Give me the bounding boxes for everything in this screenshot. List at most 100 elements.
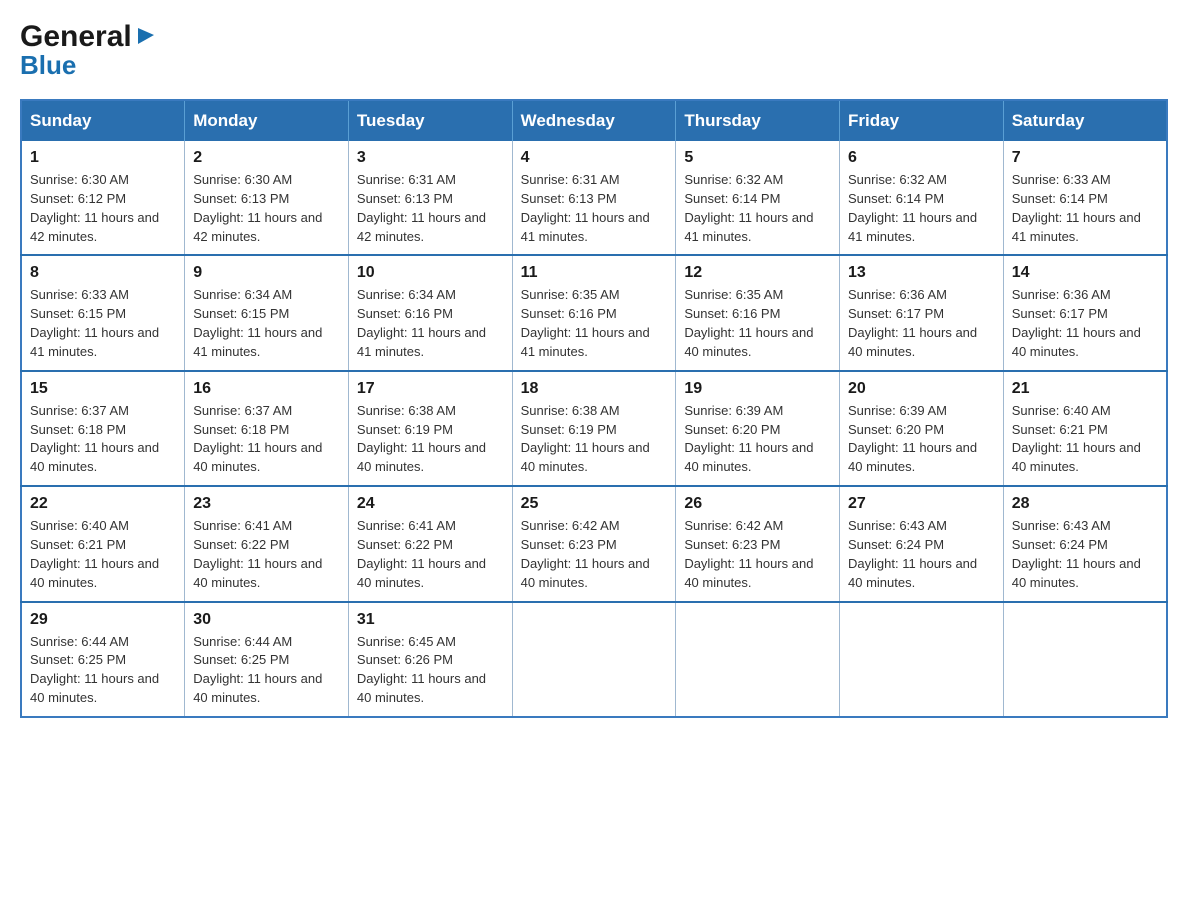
calendar-cell: 2 Sunrise: 6:30 AMSunset: 6:13 PMDaylight… (185, 141, 349, 255)
calendar-cell: 15Sunrise: 6:37 AMSunset: 6:18 PMDayligh… (21, 371, 185, 486)
day-number: 10 (357, 264, 504, 282)
calendar-cell: 28 Sunrise: 6:43 AMSunset: 6:24 PMDayligh… (1003, 486, 1167, 601)
calendar-week-row: 22 Sunrise: 6:40 AMSunset: 6:21 PMDayligh… (21, 486, 1167, 601)
day-info: Sunrise: 6:30 AMSunset: 6:12 PMDaylight:… (30, 171, 176, 246)
day-number: 11 (521, 264, 668, 282)
day-number: 24 (357, 495, 504, 513)
calendar-week-row: 8Sunrise: 6:33 AMSunset: 6:15 PMDaylight… (21, 255, 1167, 370)
day-info: Sunrise: 6:41 AMSunset: 6:22 PMDaylight:… (193, 517, 340, 592)
calendar-header-row: SundayMondayTuesdayWednesdayThursdayFrid… (21, 100, 1167, 141)
day-info: Sunrise: 6:31 AMSunset: 6:13 PMDaylight:… (357, 171, 504, 246)
calendar-cell: 6 Sunrise: 6:32 AMSunset: 6:14 PMDaylight… (840, 141, 1004, 255)
calendar-week-row: 1 Sunrise: 6:30 AMSunset: 6:12 PMDaylight… (21, 141, 1167, 255)
day-info: Sunrise: 6:39 AMSunset: 6:20 PMDaylight:… (848, 402, 995, 477)
day-number: 4 (521, 149, 668, 167)
day-info: Sunrise: 6:42 AMSunset: 6:23 PMDaylight:… (684, 517, 831, 592)
day-info: Sunrise: 6:36 AMSunset: 6:17 PMDaylight:… (1012, 286, 1158, 361)
day-number: 17 (357, 380, 504, 398)
day-info: Sunrise: 6:43 AMSunset: 6:24 PMDaylight:… (1012, 517, 1158, 592)
calendar-cell: 30 Sunrise: 6:44 AMSunset: 6:25 PMDayligh… (185, 602, 349, 717)
column-header-wednesday: Wednesday (512, 100, 676, 141)
day-number: 1 (30, 149, 176, 167)
day-info: Sunrise: 6:31 AMSunset: 6:13 PMDaylight:… (521, 171, 668, 246)
calendar-cell: 21 Sunrise: 6:40 AMSunset: 6:21 PMDayligh… (1003, 371, 1167, 486)
day-info: Sunrise: 6:32 AMSunset: 6:14 PMDaylight:… (848, 171, 995, 246)
day-info: Sunrise: 6:34 AMSunset: 6:16 PMDaylight:… (357, 286, 504, 361)
logo-blue: Blue (20, 50, 76, 81)
calendar-cell: 14 Sunrise: 6:36 AMSunset: 6:17 PMDayligh… (1003, 255, 1167, 370)
day-number: 21 (1012, 380, 1158, 398)
day-info: Sunrise: 6:36 AMSunset: 6:17 PMDaylight:… (848, 286, 995, 361)
calendar-cell (512, 602, 676, 717)
column-header-saturday: Saturday (1003, 100, 1167, 141)
column-header-friday: Friday (840, 100, 1004, 141)
day-info: Sunrise: 6:34 AMSunset: 6:15 PMDaylight:… (193, 286, 340, 361)
day-info: Sunrise: 6:33 AMSunset: 6:15 PMDaylight:… (30, 286, 176, 361)
calendar-cell: 20 Sunrise: 6:39 AMSunset: 6:20 PMDayligh… (840, 371, 1004, 486)
day-number: 30 (193, 611, 340, 629)
day-info: Sunrise: 6:44 AMSunset: 6:25 PMDaylight:… (193, 633, 340, 708)
day-number: 20 (848, 380, 995, 398)
calendar-cell: 8Sunrise: 6:33 AMSunset: 6:15 PMDaylight… (21, 255, 185, 370)
calendar-cell: 7 Sunrise: 6:33 AMSunset: 6:14 PMDaylight… (1003, 141, 1167, 255)
day-info: Sunrise: 6:38 AMSunset: 6:19 PMDaylight:… (357, 402, 504, 477)
day-number: 12 (684, 264, 831, 282)
day-number: 7 (1012, 149, 1158, 167)
calendar-cell: 1 Sunrise: 6:30 AMSunset: 6:12 PMDaylight… (21, 141, 185, 255)
calendar-cell: 25 Sunrise: 6:42 AMSunset: 6:23 PMDayligh… (512, 486, 676, 601)
day-number: 16 (193, 380, 340, 398)
calendar-cell: 13Sunrise: 6:36 AMSunset: 6:17 PMDayligh… (840, 255, 1004, 370)
calendar-cell: 17 Sunrise: 6:38 AMSunset: 6:19 PMDayligh… (348, 371, 512, 486)
calendar-cell: 22 Sunrise: 6:40 AMSunset: 6:21 PMDayligh… (21, 486, 185, 601)
calendar-cell (840, 602, 1004, 717)
page-header: General Blue (20, 20, 1168, 81)
day-number: 19 (684, 380, 831, 398)
day-info: Sunrise: 6:40 AMSunset: 6:21 PMDaylight:… (30, 517, 176, 592)
day-info: Sunrise: 6:45 AMSunset: 6:26 PMDaylight:… (357, 633, 504, 708)
day-info: Sunrise: 6:35 AMSunset: 6:16 PMDaylight:… (684, 286, 831, 361)
day-number: 23 (193, 495, 340, 513)
day-info: Sunrise: 6:35 AMSunset: 6:16 PMDaylight:… (521, 286, 668, 361)
day-info: Sunrise: 6:40 AMSunset: 6:21 PMDaylight:… (1012, 402, 1158, 477)
day-number: 2 (193, 149, 340, 167)
logo-triangle-icon (134, 24, 156, 46)
day-info: Sunrise: 6:33 AMSunset: 6:14 PMDaylight:… (1012, 171, 1158, 246)
calendar-cell: 19Sunrise: 6:39 AMSunset: 6:20 PMDayligh… (676, 371, 840, 486)
day-number: 31 (357, 611, 504, 629)
day-number: 14 (1012, 264, 1158, 282)
calendar-table: SundayMondayTuesdayWednesdayThursdayFrid… (20, 99, 1168, 718)
calendar-cell: 10 Sunrise: 6:34 AMSunset: 6:16 PMDayligh… (348, 255, 512, 370)
day-number: 27 (848, 495, 995, 513)
day-number: 18 (521, 380, 668, 398)
calendar-cell: 18 Sunrise: 6:38 AMSunset: 6:19 PMDayligh… (512, 371, 676, 486)
calendar-cell: 27 Sunrise: 6:43 AMSunset: 6:24 PMDayligh… (840, 486, 1004, 601)
logo-general: General (20, 20, 132, 54)
day-number: 29 (30, 611, 176, 629)
day-info: Sunrise: 6:43 AMSunset: 6:24 PMDaylight:… (848, 517, 995, 592)
day-info: Sunrise: 6:42 AMSunset: 6:23 PMDaylight:… (521, 517, 668, 592)
day-info: Sunrise: 6:30 AMSunset: 6:13 PMDaylight:… (193, 171, 340, 246)
column-header-tuesday: Tuesday (348, 100, 512, 141)
calendar-cell: 24Sunrise: 6:41 AMSunset: 6:22 PMDayligh… (348, 486, 512, 601)
day-number: 25 (521, 495, 668, 513)
day-info: Sunrise: 6:32 AMSunset: 6:14 PMDaylight:… (684, 171, 831, 246)
calendar-week-row: 29 Sunrise: 6:44 AMSunset: 6:25 PMDayligh… (21, 602, 1167, 717)
calendar-cell: 26 Sunrise: 6:42 AMSunset: 6:23 PMDayligh… (676, 486, 840, 601)
day-number: 22 (30, 495, 176, 513)
calendar-cell: 9Sunrise: 6:34 AMSunset: 6:15 PMDaylight… (185, 255, 349, 370)
day-info: Sunrise: 6:44 AMSunset: 6:25 PMDaylight:… (30, 633, 176, 708)
day-info: Sunrise: 6:38 AMSunset: 6:19 PMDaylight:… (521, 402, 668, 477)
calendar-cell: 5 Sunrise: 6:32 AMSunset: 6:14 PMDaylight… (676, 141, 840, 255)
column-header-thursday: Thursday (676, 100, 840, 141)
calendar-cell: 11 Sunrise: 6:35 AMSunset: 6:16 PMDayligh… (512, 255, 676, 370)
day-number: 3 (357, 149, 504, 167)
day-number: 6 (848, 149, 995, 167)
calendar-cell: 23 Sunrise: 6:41 AMSunset: 6:22 PMDayligh… (185, 486, 349, 601)
day-number: 5 (684, 149, 831, 167)
day-number: 28 (1012, 495, 1158, 513)
column-header-monday: Monday (185, 100, 349, 141)
calendar-week-row: 15Sunrise: 6:37 AMSunset: 6:18 PMDayligh… (21, 371, 1167, 486)
calendar-cell: 29 Sunrise: 6:44 AMSunset: 6:25 PMDayligh… (21, 602, 185, 717)
day-number: 26 (684, 495, 831, 513)
day-number: 15 (30, 380, 176, 398)
